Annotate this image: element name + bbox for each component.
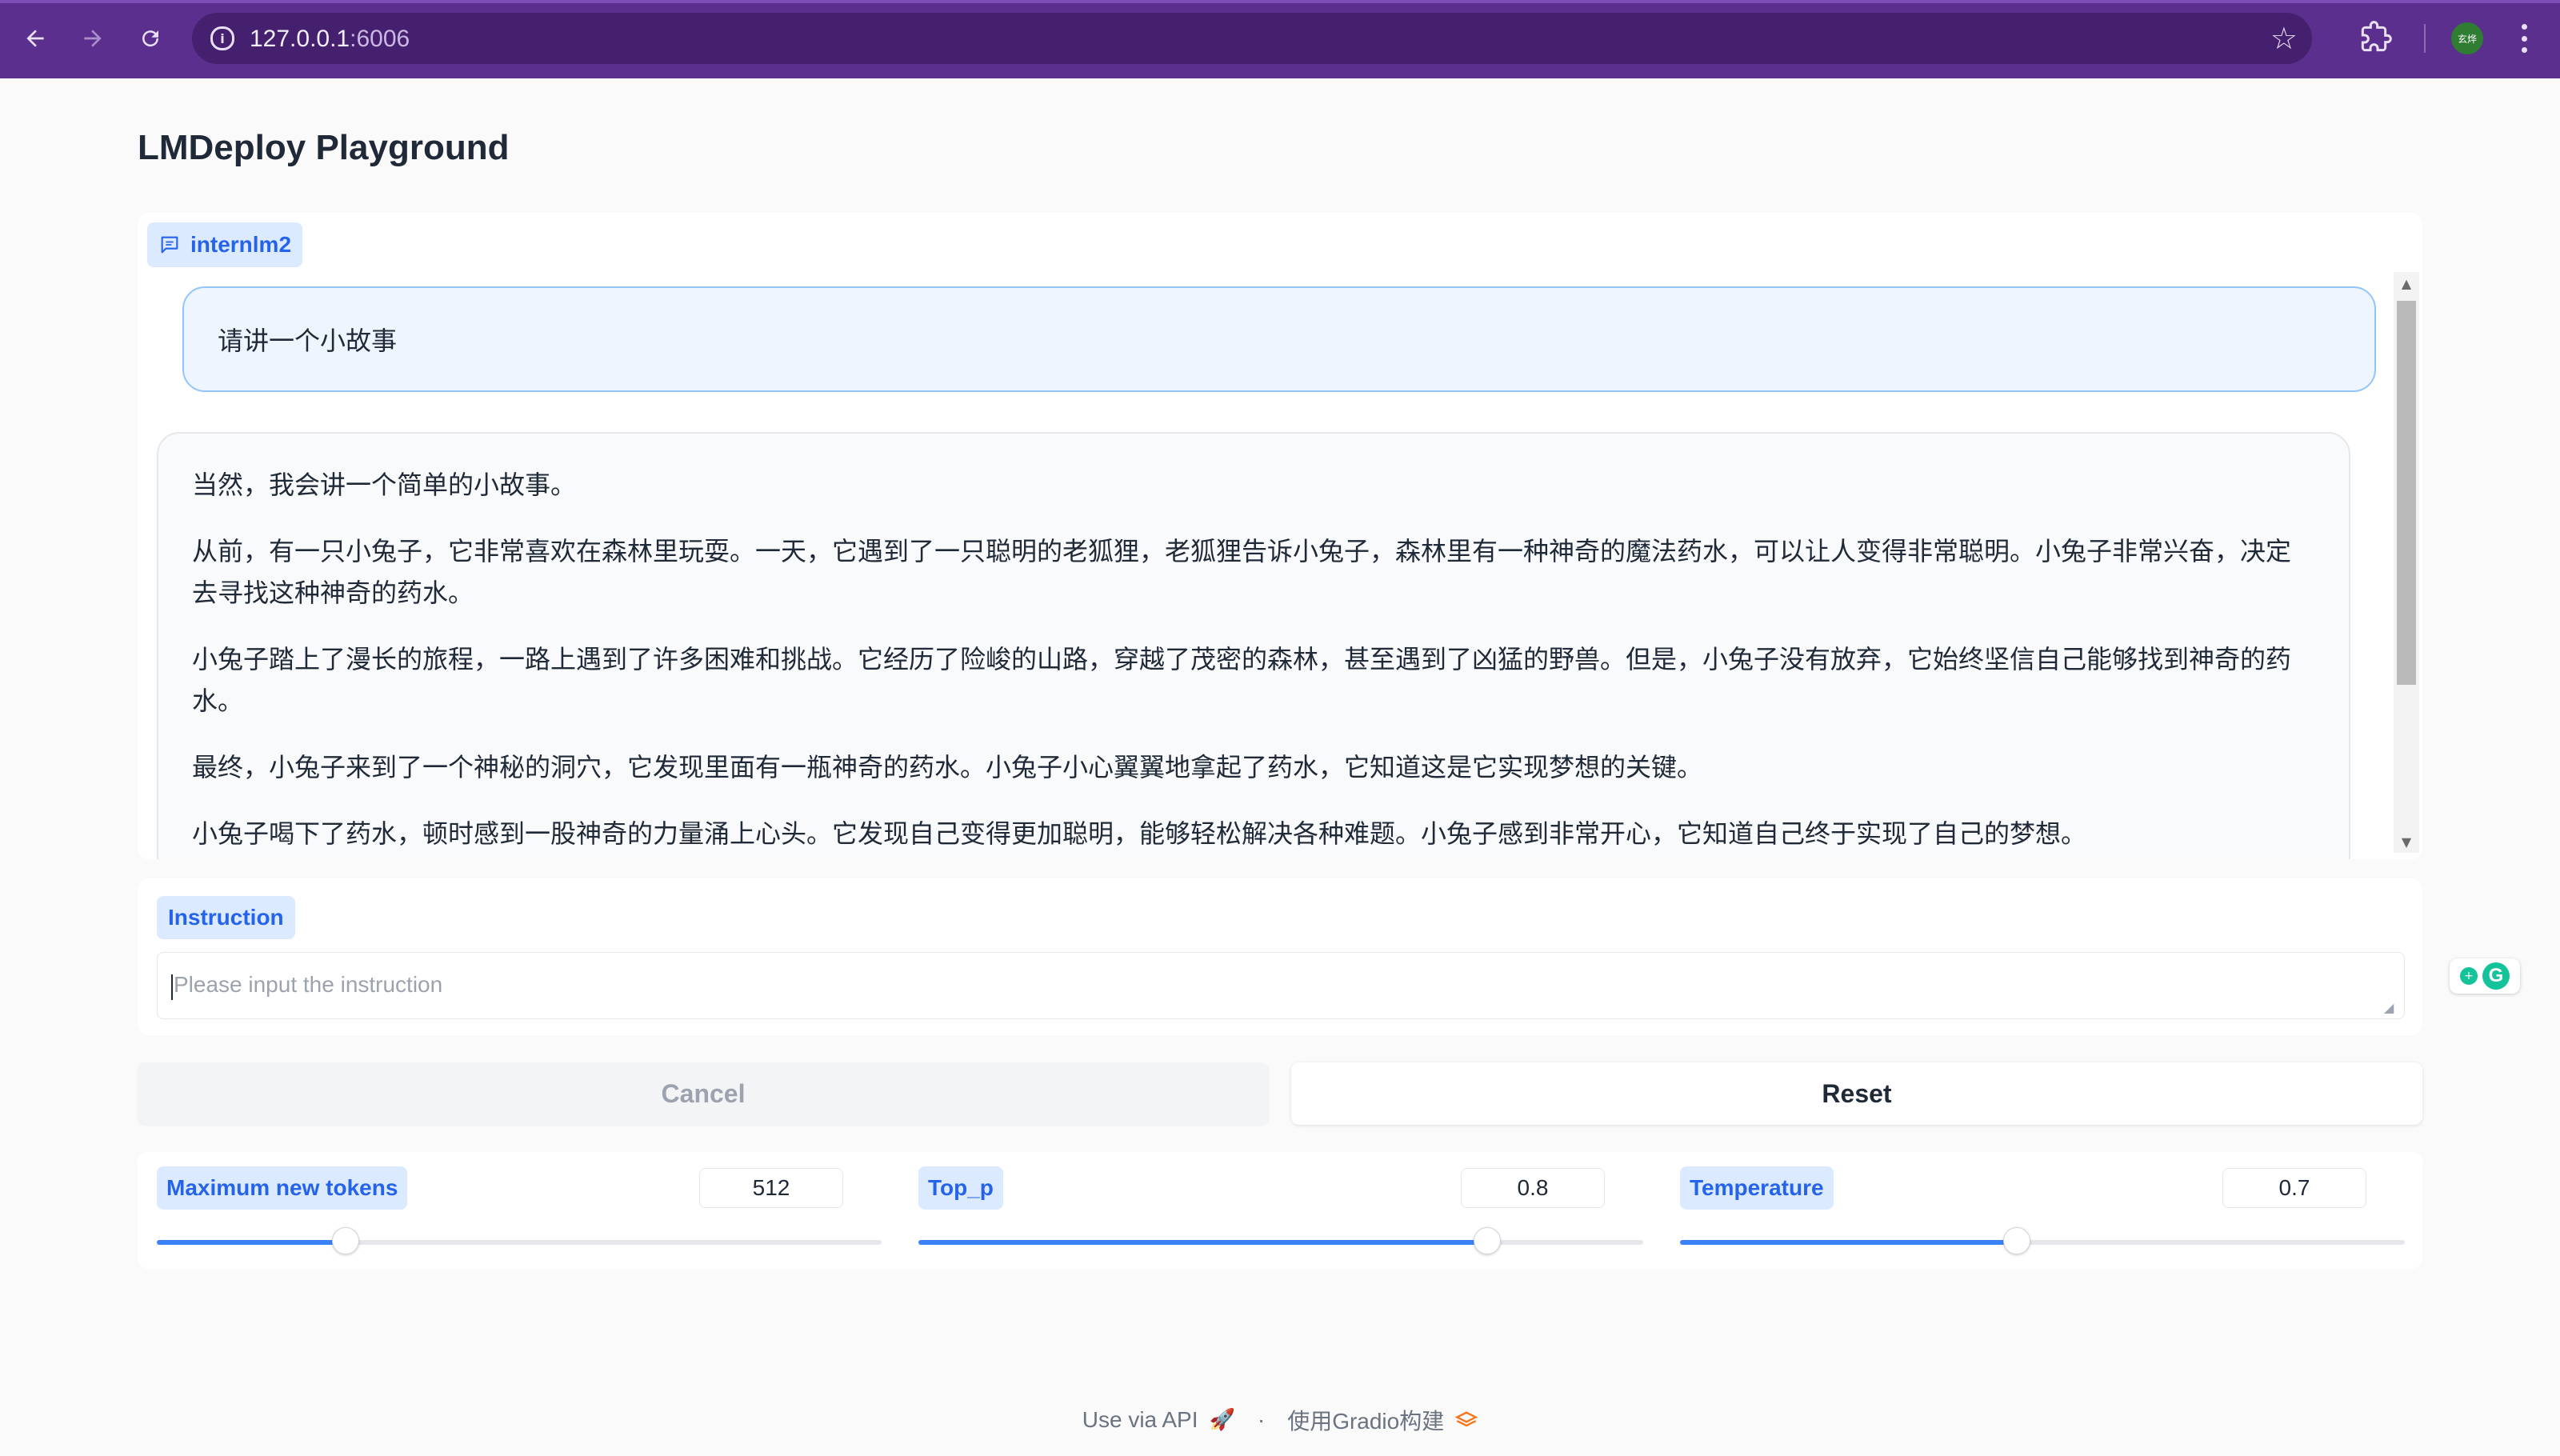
param-number-input[interactable]: 0.7 bbox=[2222, 1168, 2366, 1208]
param-label: Temperature bbox=[1680, 1166, 1834, 1210]
slider-fill bbox=[1680, 1240, 2018, 1245]
kebab-menu-icon[interactable] bbox=[2512, 19, 2536, 58]
use-via-api-link[interactable]: Use via API bbox=[1082, 1407, 1198, 1433]
param-label: Maximum new tokens bbox=[157, 1166, 408, 1210]
param-slider[interactable] bbox=[918, 1227, 1643, 1254]
reset-button[interactable]: Reset bbox=[1291, 1062, 2422, 1125]
url-text[interactable]: 127.0.0.1:6006 bbox=[250, 26, 410, 53]
assistant-paragraph: 从前，有一只小兔子，它非常喜欢在森林里玩耍。一天，它遇到了一只聪明的老狐狸，老狐… bbox=[192, 537, 2292, 607]
browser-toolbar: i 127.0.0.1:6006 ☆ 玄烨 bbox=[0, 0, 2560, 78]
scroll-up-arrow-icon[interactable]: ▲ bbox=[2394, 272, 2419, 294]
instruction-input[interactable] bbox=[157, 952, 2405, 1019]
assistant-paragraph: 当然，我会讲一个简单的小故事。 bbox=[192, 470, 577, 499]
instruction-panel: Instruction + G ◢ bbox=[138, 878, 2520, 1035]
param-slider[interactable] bbox=[1680, 1227, 2405, 1254]
grammarly-g-icon[interactable]: G bbox=[2482, 962, 2510, 990]
built-with-gradio-link[interactable]: 使用Gradio构建 bbox=[1287, 1404, 1444, 1436]
reload-icon[interactable] bbox=[128, 16, 173, 61]
scrollbar-thumb[interactable] bbox=[2397, 301, 2416, 685]
toolbar-divider bbox=[2424, 24, 2426, 53]
resize-handle-icon[interactable]: ◢ bbox=[2384, 1000, 2398, 1015]
user-message: 请讲一个小故事 bbox=[182, 286, 2376, 392]
chatbot-label: internlm2 bbox=[147, 222, 303, 267]
temperature-control: Temperature 0.7 bbox=[1661, 1152, 2405, 1269]
chat-bubble-icon bbox=[161, 236, 178, 254]
site-info-icon[interactable]: i bbox=[205, 21, 240, 56]
bookmark-star-icon[interactable]: ☆ bbox=[2270, 19, 2298, 58]
gradio-logo-icon bbox=[1455, 1411, 1478, 1427]
slider-thumb[interactable] bbox=[1474, 1227, 1502, 1254]
back-arrow-icon[interactable] bbox=[13, 16, 58, 61]
grammarly-icon[interactable]: + G bbox=[2450, 958, 2520, 994]
rocket-icon: 🚀 bbox=[1209, 1408, 1235, 1432]
slider-fill bbox=[918, 1240, 1488, 1245]
slider-thumb[interactable] bbox=[2003, 1227, 2031, 1254]
cancel-button[interactable]: Cancel bbox=[138, 1062, 1269, 1125]
footer-separator: · bbox=[1257, 1407, 1266, 1432]
forward-arrow-icon[interactable] bbox=[70, 16, 115, 61]
assistant-paragraph: 小兔子踏上了漫长的旅程，一路上遇到了许多困难和挑战。它经历了险峻的山路，穿越了茂… bbox=[192, 645, 2292, 715]
instruction-label: Instruction bbox=[157, 896, 295, 939]
grammarly-plus-icon[interactable]: + bbox=[2460, 967, 2478, 985]
extensions-puzzle-icon[interactable] bbox=[2360, 21, 2395, 56]
generation-params-panel: Maximum new tokens 512 Top_p 0.8 Tempera… bbox=[138, 1152, 2422, 1269]
param-number-input[interactable]: 512 bbox=[699, 1168, 843, 1208]
address-bar[interactable]: i 127.0.0.1:6006 ☆ bbox=[192, 13, 2312, 64]
page-footer: Use via API 🚀 · 使用Gradio构建 bbox=[0, 1400, 2560, 1440]
param-label: Top_p bbox=[918, 1166, 1003, 1210]
profile-avatar[interactable]: 玄烨 bbox=[2451, 22, 2483, 54]
param-number-input[interactable]: 0.8 bbox=[1461, 1168, 1605, 1208]
chatbot-panel: internlm2 请讲一个小故事 当然，我会讲一个简单的小故事。 从前，有一只… bbox=[138, 213, 2422, 859]
chatbot-label-text: internlm2 bbox=[190, 232, 292, 257]
assistant-paragraph: 小兔子喝下了药水，顿时感到一股神奇的力量涌上心头。它发现自己变得更加聪明，能够轻… bbox=[192, 819, 2087, 848]
top-p-control: Top_p 0.8 bbox=[899, 1152, 1643, 1269]
chat-scrollbar[interactable]: ▲ ▼ bbox=[2394, 272, 2419, 853]
text-caret bbox=[171, 974, 173, 1000]
chat-messages[interactable]: 请讲一个小故事 当然，我会讲一个简单的小故事。 从前，有一只小兔子，它非常喜欢在… bbox=[138, 270, 2422, 859]
slider-thumb[interactable] bbox=[331, 1227, 359, 1254]
scroll-down-arrow-icon[interactable]: ▼ bbox=[2394, 830, 2419, 853]
max-new-tokens-control: Maximum new tokens 512 bbox=[138, 1152, 882, 1269]
tab-strip-edge bbox=[0, 0, 2560, 3]
page-title: LMDeploy Playground bbox=[138, 128, 510, 167]
param-slider[interactable] bbox=[157, 1227, 882, 1254]
slider-fill bbox=[157, 1240, 346, 1245]
assistant-message: 当然，我会讲一个简单的小故事。 从前，有一只小兔子，它非常喜欢在森林里玩耍。一天… bbox=[157, 432, 2350, 859]
assistant-paragraph: 最终，小兔子来到了一个神秘的洞穴，它发现里面有一瓶神奇的药水。小兔子小心翼翼地拿… bbox=[192, 753, 1703, 782]
